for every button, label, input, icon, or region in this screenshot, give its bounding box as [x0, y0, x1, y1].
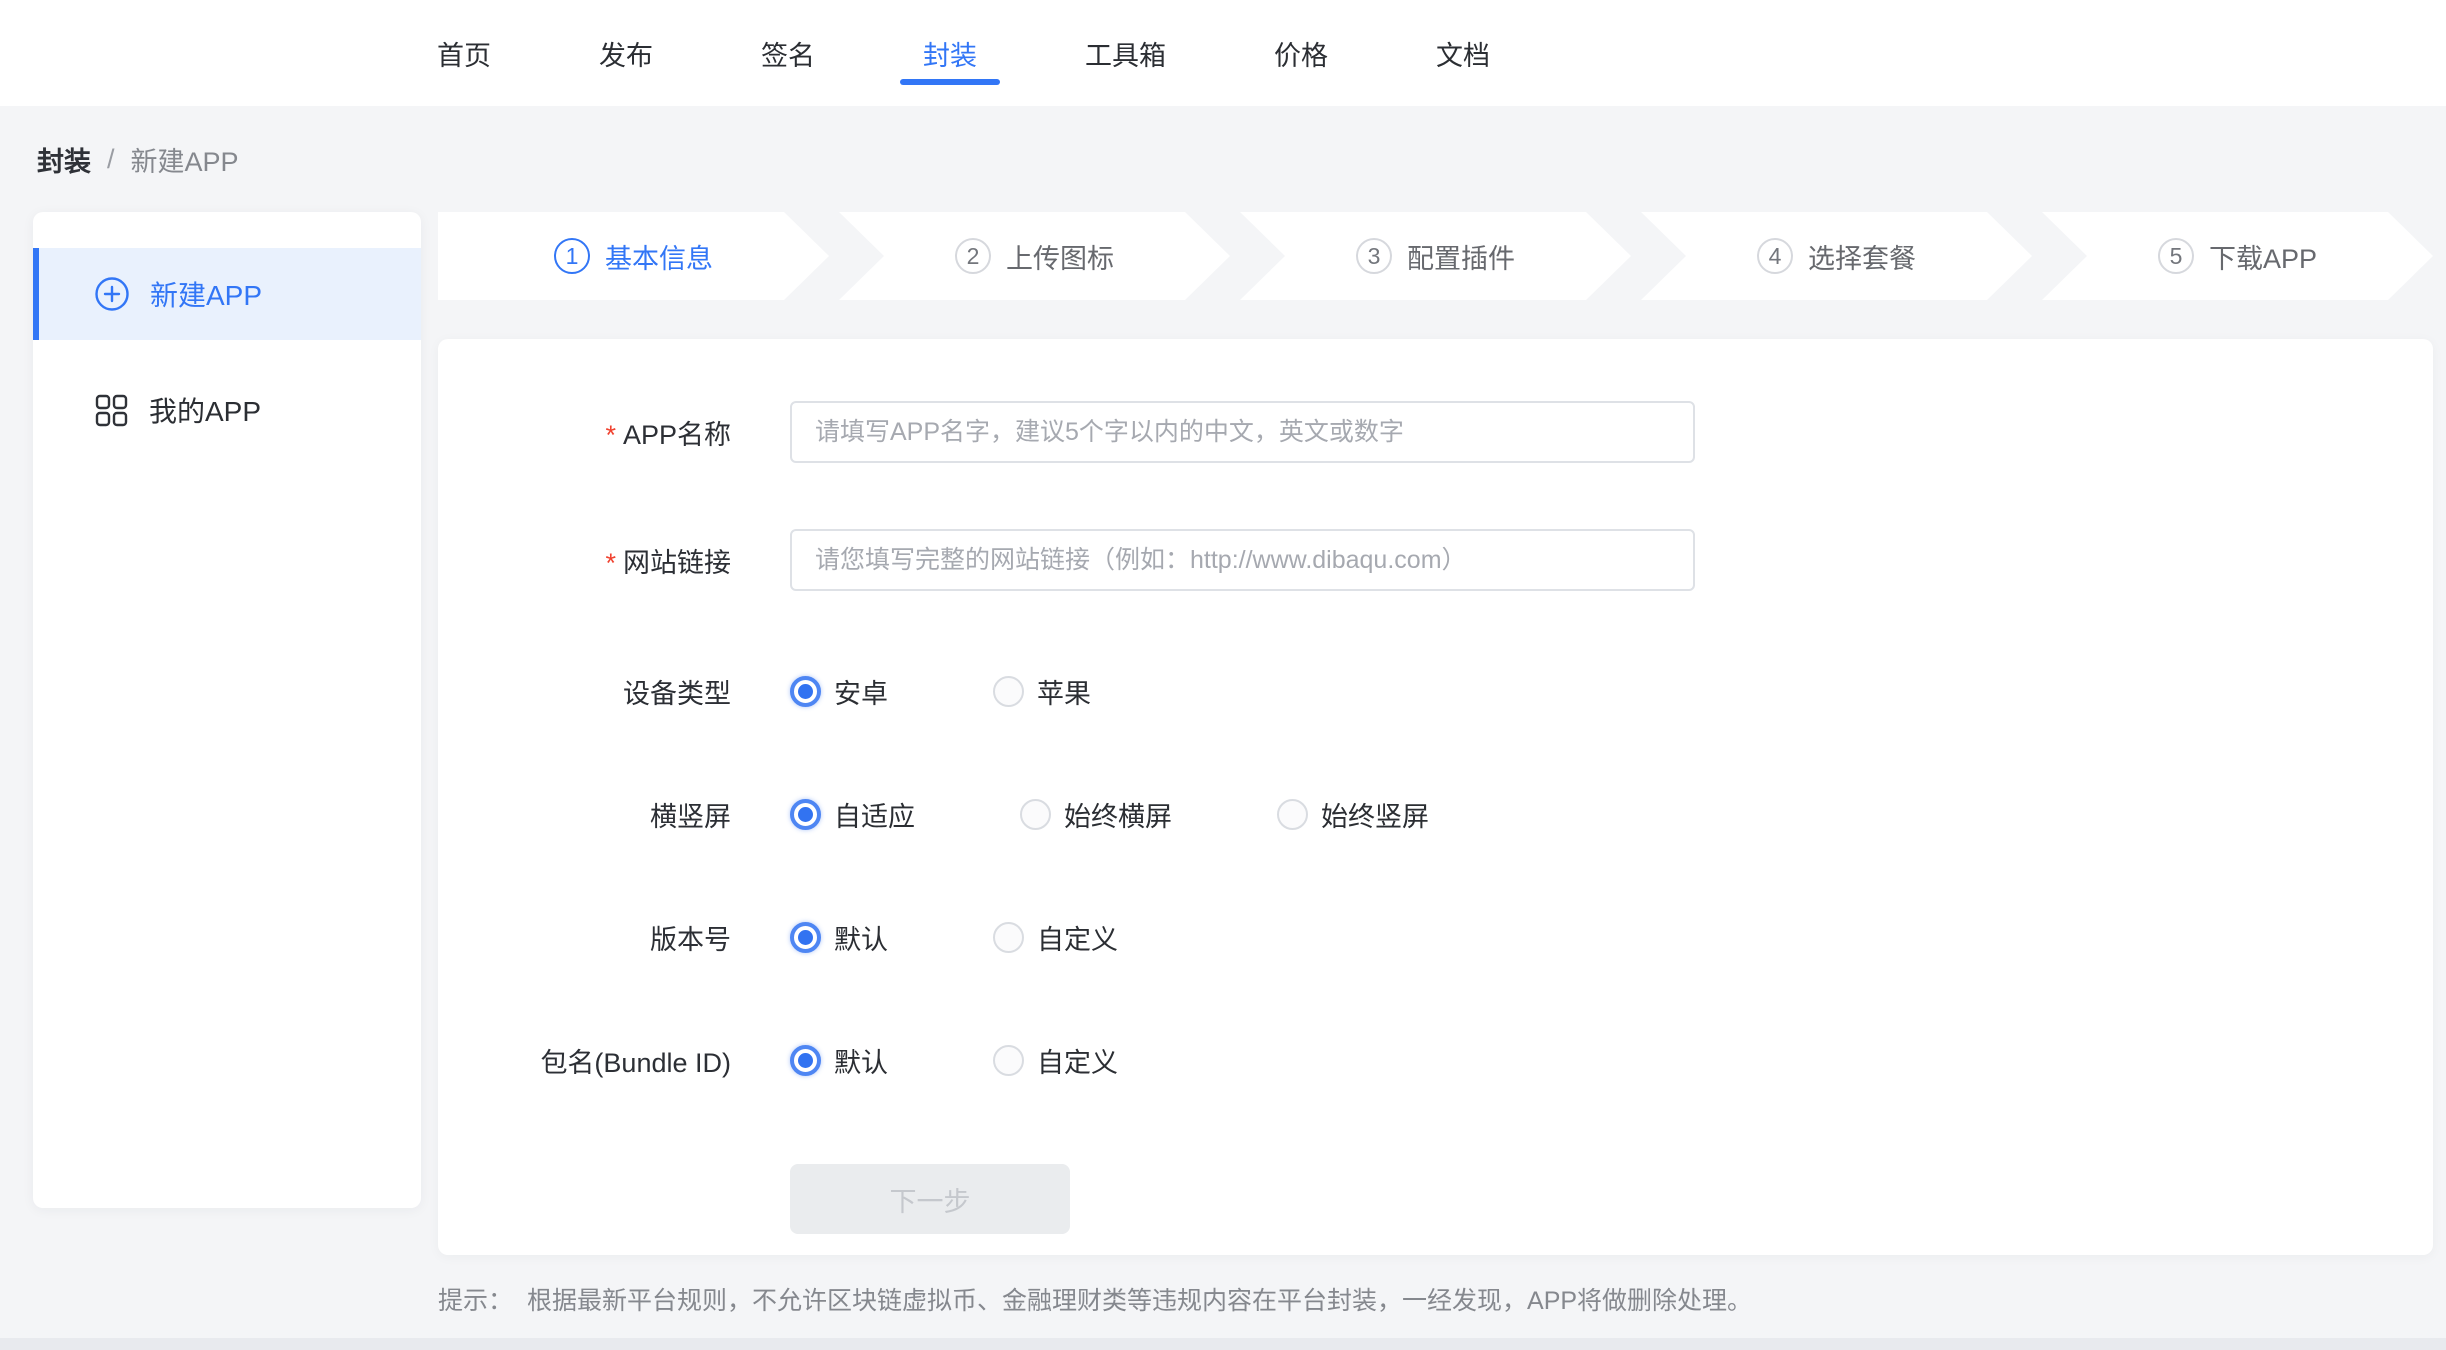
nav-tab-sign[interactable]: 签名	[761, 34, 815, 73]
form-row-version: 版本号 默认 自定义	[438, 918, 2433, 957]
field-label-bundle-id: 包名(Bundle ID)	[438, 1041, 731, 1080]
nav-tab-home[interactable]: 首页	[437, 34, 491, 73]
sidebar-item-my-apps[interactable]: 我的APP	[33, 364, 421, 456]
nav-tab-package[interactable]: 封装	[923, 34, 977, 73]
grid-icon	[95, 394, 128, 427]
radio-version-default[interactable]: 默认	[790, 918, 888, 957]
field-label-orientation: 横竖屏	[438, 795, 731, 834]
radio-unselected-icon	[993, 922, 1024, 953]
app-name-input[interactable]	[790, 401, 1695, 463]
sidebar-item-label: 新建APP	[150, 274, 262, 314]
nav-tab-toolbox[interactable]: 工具箱	[1085, 34, 1166, 73]
radio-label: 始终横屏	[1064, 795, 1172, 834]
step-number: 4	[1757, 238, 1793, 274]
nav-tabs: 首页 发布 签名 封装 工具箱 价格 文档	[437, 34, 1490, 73]
step-1-basic-info: 1 基本信息	[438, 212, 829, 300]
radio-label: 自适应	[834, 795, 915, 834]
radio-label: 默认	[834, 1041, 888, 1080]
version-radio-group: 默认 自定义	[790, 918, 1223, 957]
breadcrumb-section[interactable]: 封装	[37, 140, 91, 179]
step-5-download-app: 5 下载APP	[2042, 212, 2433, 300]
step-label: 选择套餐	[1808, 237, 1916, 276]
radio-auto-adapt[interactable]: 自适应	[790, 795, 915, 834]
app-window: 首页 发布 签名 封装 工具箱 价格 文档 封装 / 新建APP 新建APP	[0, 0, 2446, 1350]
radio-selected-icon	[790, 676, 821, 707]
field-label-device-type: 设备类型	[438, 672, 731, 711]
radio-selected-icon	[790, 1045, 821, 1076]
form-row-bundle-id: 包名(Bundle ID) 默认 自定义	[438, 1041, 2433, 1080]
sidebar-item-new-app[interactable]: 新建APP	[33, 248, 421, 340]
nav-tab-publish[interactable]: 发布	[599, 34, 653, 73]
steps-wizard: 1 基本信息 2 上传图标 3 配置插件 4 选择套餐 5 下载APP	[438, 212, 2433, 300]
bundle-id-radio-group: 默认 自定义	[790, 1041, 1223, 1080]
form-row-orientation: 横竖屏 自适应 始终横屏 始终竖屏	[438, 795, 2433, 834]
radio-selected-icon	[790, 922, 821, 953]
orientation-radio-group: 自适应 始终横屏 始终竖屏	[790, 795, 1534, 834]
radio-label: 自定义	[1037, 918, 1118, 957]
form-panel: *APP名称 *网站链接 设备类型	[438, 339, 2433, 1255]
step-number: 3	[1356, 238, 1392, 274]
radio-bundle-custom[interactable]: 自定义	[993, 1041, 1118, 1080]
field-label-app-name: *APP名称	[438, 413, 731, 452]
field-label-site-url: *网站链接	[438, 541, 731, 580]
nav-tab-docs[interactable]: 文档	[1436, 34, 1490, 73]
content-layout: 新建APP 我的APP 1 基本信息 2 上传	[33, 212, 2433, 1317]
hint-text: 提示： 根据最新平台规则，不允许区块链虚拟币、金融理财类等违规内容在平台封装，一经…	[438, 1281, 2433, 1317]
next-step-button[interactable]: 下一步	[790, 1164, 1070, 1234]
device-type-radio-group: 安卓 苹果	[790, 672, 1196, 711]
radio-label: 安卓	[834, 672, 888, 711]
step-label: 上传图标	[1006, 237, 1114, 276]
radio-ios[interactable]: 苹果	[993, 672, 1091, 711]
step-label: 下载APP	[2209, 237, 2317, 276]
radio-always-landscape[interactable]: 始终横屏	[1020, 795, 1172, 834]
hint-prefix: 提示：	[438, 1287, 513, 1315]
required-asterisk: *	[605, 420, 616, 450]
form-row-app-name: *APP名称	[438, 401, 2433, 463]
site-url-input[interactable]	[790, 529, 1695, 591]
radio-unselected-icon	[1277, 799, 1308, 830]
plus-circle-icon	[95, 277, 129, 311]
radio-unselected-icon	[1020, 799, 1051, 830]
breadcrumb-current: 新建APP	[131, 140, 239, 179]
main-content: 1 基本信息 2 上传图标 3 配置插件 4 选择套餐 5 下载APP	[438, 212, 2433, 1317]
radio-label: 苹果	[1037, 672, 1091, 711]
breadcrumb: 封装 / 新建APP	[0, 106, 2446, 180]
required-asterisk: *	[605, 548, 616, 578]
sidebar-item-label: 我的APP	[149, 390, 261, 430]
top-navigation: 首页 发布 签名 封装 工具箱 价格 文档	[0, 0, 2446, 106]
step-number: 2	[955, 238, 991, 274]
nav-tab-pricing[interactable]: 价格	[1274, 34, 1328, 73]
hint-body: 根据最新平台规则，不允许区块链虚拟币、金融理财类等违规内容在平台封装，一经发现，…	[527, 1287, 1752, 1315]
form-row-device-type: 设备类型 安卓 苹果	[438, 672, 2433, 711]
radio-android[interactable]: 安卓	[790, 672, 888, 711]
step-number: 5	[2158, 238, 2194, 274]
step-3-configure-plugins: 3 配置插件	[1240, 212, 1631, 300]
step-label: 基本信息	[605, 237, 713, 276]
field-label-version: 版本号	[438, 918, 731, 957]
radio-label: 自定义	[1037, 1041, 1118, 1080]
step-number: 1	[554, 238, 590, 274]
radio-unselected-icon	[993, 1045, 1024, 1076]
breadcrumb-separator: /	[107, 144, 115, 175]
step-2-upload-icon: 2 上传图标	[839, 212, 1230, 300]
bottom-strip	[0, 1338, 2446, 1350]
radio-label: 默认	[834, 918, 888, 957]
radio-always-portrait[interactable]: 始终竖屏	[1277, 795, 1429, 834]
radio-version-custom[interactable]: 自定义	[993, 918, 1118, 957]
radio-selected-icon	[790, 799, 821, 830]
step-4-select-plan: 4 选择套餐	[1641, 212, 2032, 300]
radio-label: 始终竖屏	[1321, 795, 1429, 834]
radio-unselected-icon	[993, 676, 1024, 707]
form-row-site-url: *网站链接	[438, 529, 2433, 591]
sidebar: 新建APP 我的APP	[33, 212, 421, 1208]
radio-bundle-default[interactable]: 默认	[790, 1041, 888, 1080]
step-label: 配置插件	[1407, 237, 1515, 276]
